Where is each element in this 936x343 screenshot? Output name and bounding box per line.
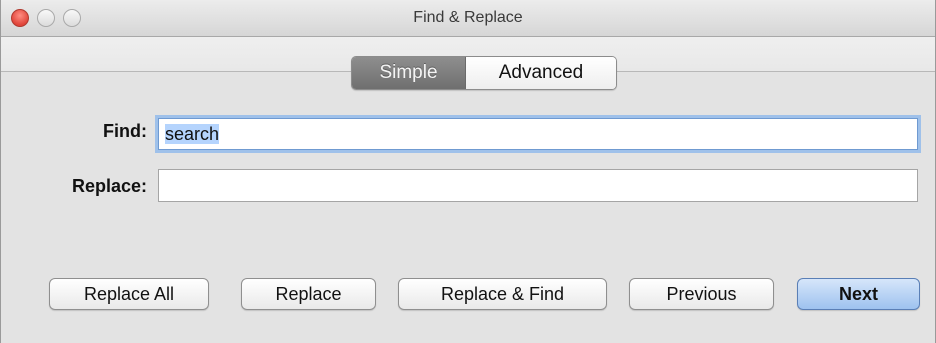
- next-button[interactable]: Next: [797, 278, 920, 310]
- replace-input[interactable]: [158, 169, 918, 202]
- replace-and-find-button[interactable]: Replace & Find: [398, 278, 607, 310]
- window-title: Find & Replace: [413, 9, 523, 26]
- previous-button[interactable]: Previous: [629, 278, 774, 310]
- find-replace-window: Find & Replace Simple Advanced Find: sea…: [0, 0, 936, 343]
- find-input-value: search: [165, 124, 220, 144]
- find-input[interactable]: search: [158, 118, 918, 150]
- find-label: Find:: [103, 121, 147, 141]
- title-bar[interactable]: Find & Replace: [1, 0, 935, 37]
- tab-simple[interactable]: Simple: [352, 57, 466, 89]
- mode-segmented-control: Simple Advanced: [351, 56, 617, 90]
- replace-all-button[interactable]: Replace All: [49, 278, 209, 310]
- replace-label: Replace:: [71, 176, 147, 196]
- tab-advanced[interactable]: Advanced: [466, 57, 616, 89]
- replace-button[interactable]: Replace: [241, 278, 376, 310]
